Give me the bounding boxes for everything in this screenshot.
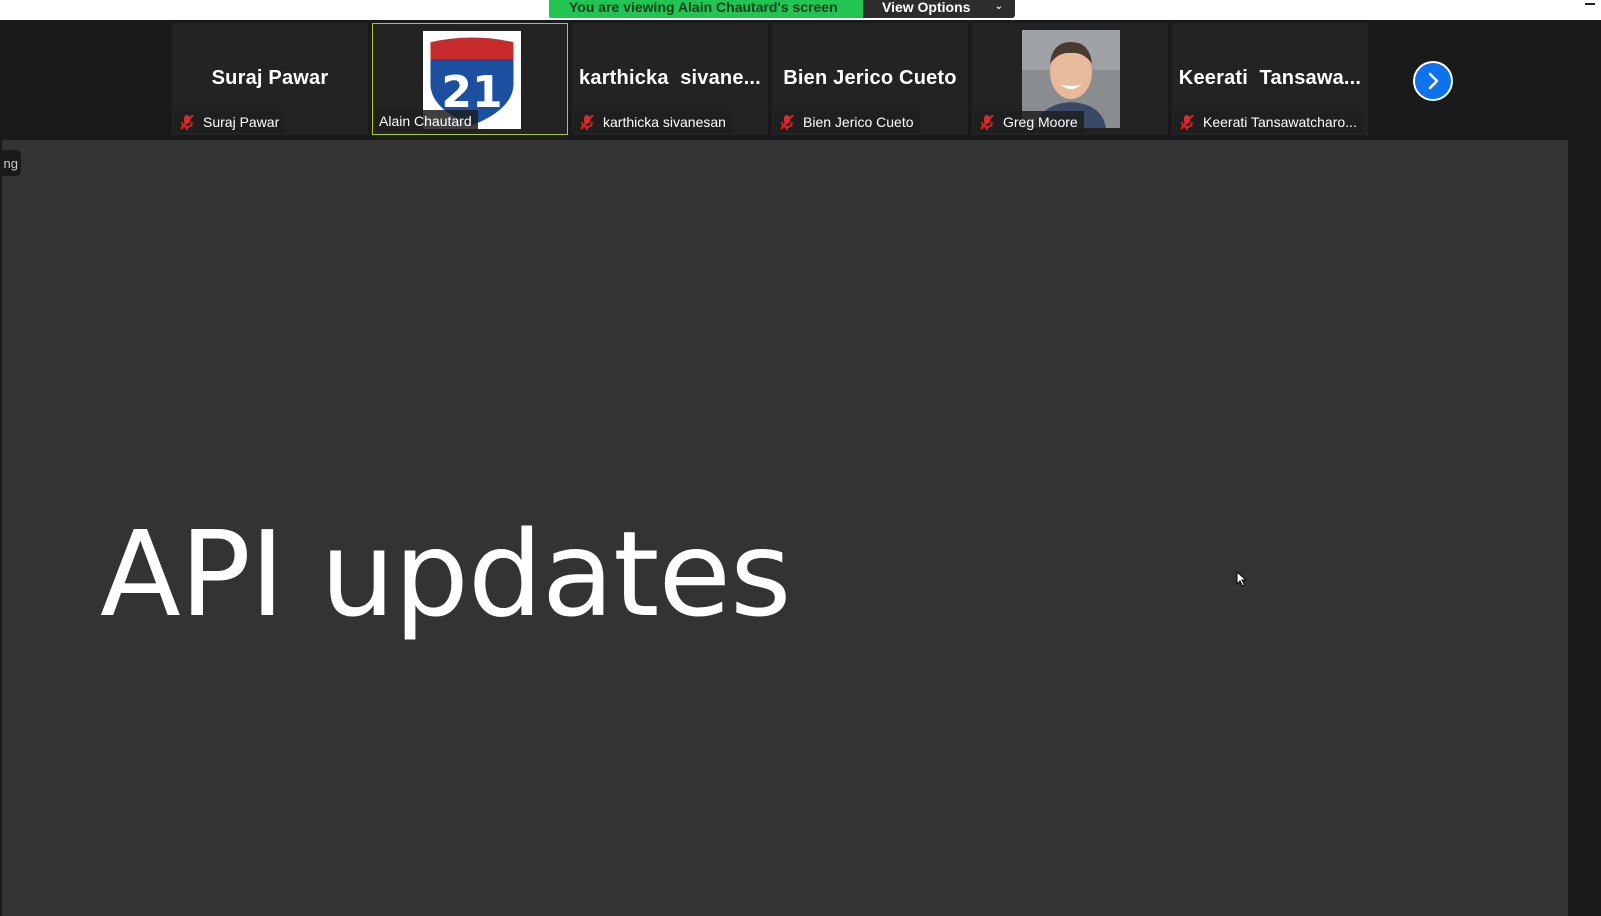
participant-label: Suraj Pawar: [174, 111, 286, 133]
muted-mic-icon: [180, 114, 194, 130]
view-options-label: View Options: [882, 0, 971, 15]
participant-name: Greg Moore: [1003, 114, 1078, 130]
participant-tile-alain-chautard[interactable]: 21 Alain Chautard: [372, 23, 568, 135]
viewing-message: You are viewing Alain Chautard's screen: [549, 0, 863, 18]
minimize-icon[interactable]: [1585, 3, 1595, 5]
shared-screen: API updates: [2, 140, 1568, 916]
view-options-button[interactable]: View Options ⌄: [863, 0, 1015, 18]
participant-tile-suraj-pawar[interactable]: Suraj Pawar Suraj Pawar: [172, 23, 368, 135]
participant-display-name: Keerati Tansawa...: [1178, 67, 1362, 89]
participant-label: Greg Moore: [974, 111, 1084, 133]
participant-tile-karthicka-sivanesan[interactable]: karthicka sivane... karthicka sivanesan: [572, 23, 768, 135]
participant-tile-greg-moore[interactable]: Greg Moore: [972, 23, 1168, 135]
side-tab-label: ng: [3, 155, 18, 171]
participant-name: Alain Chautard: [379, 113, 472, 129]
participant-label: karthicka sivanesan: [574, 111, 732, 133]
next-page-button[interactable]: [1413, 61, 1453, 101]
screen-share-banner: You are viewing Alain Chautard's screen …: [549, 0, 1015, 18]
muted-mic-icon: [580, 114, 594, 130]
participant-display-name: Bien Jerico Cueto: [783, 67, 957, 89]
chevron-right-icon: [1428, 72, 1439, 90]
slide-title: API updates: [100, 505, 791, 643]
muted-mic-icon: [780, 114, 794, 130]
muted-mic-icon: [1180, 114, 1194, 130]
participant-name: Suraj Pawar: [203, 114, 280, 130]
chevron-down-icon: ⌄: [994, 1, 1003, 12]
muted-mic-icon: [980, 114, 994, 130]
right-edge-panel: [1568, 140, 1601, 916]
side-panel-tab[interactable]: ng: [0, 150, 21, 176]
participant-name: Keerati Tansawatcharo...: [1203, 114, 1357, 130]
participant-tile-keerati-tansawatcharo[interactable]: Keerati Tansawa... Keerati Tansawatcharo…: [1172, 23, 1368, 135]
participant-name: karthicka sivanesan: [603, 114, 726, 130]
participant-tile-bien-jerico-cueto[interactable]: Bien Jerico Cueto Bien Jerico Cueto: [772, 23, 968, 135]
participant-name: Bien Jerico Cueto: [803, 114, 914, 130]
participant-display-name: karthicka sivane...: [579, 67, 761, 89]
participant-label: Bien Jerico Cueto: [774, 111, 920, 133]
participant-strip: Suraj Pawar Suraj Pawar 21 Alain Chautar…: [0, 20, 1601, 140]
participant-label: Keerati Tansawatcharo...: [1174, 111, 1363, 133]
mouse-cursor-icon: [1236, 571, 1248, 587]
participant-display-name: Suraj Pawar: [211, 67, 329, 89]
participant-label: Alain Chautard: [375, 110, 478, 132]
